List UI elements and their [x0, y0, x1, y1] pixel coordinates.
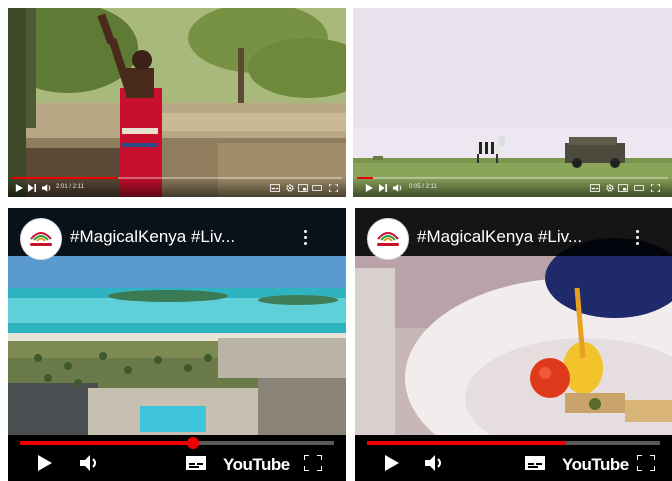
fullscreen-icon — [329, 184, 338, 192]
video-player-4[interactable]: #MagicalKenya #Liv... YouTube — [355, 208, 672, 481]
miniplayer-icon — [618, 184, 628, 192]
next-button[interactable] — [28, 184, 36, 192]
time-display: 0:05 / 2:11 — [409, 184, 437, 190]
progress-fill — [12, 177, 118, 179]
miniplayer-button[interactable] — [618, 184, 628, 192]
video-title[interactable]: #MagicalKenya #Liv... — [70, 227, 235, 247]
play-icon — [365, 184, 373, 192]
channel-avatar[interactable] — [367, 218, 409, 260]
progress-fill — [20, 441, 193, 445]
channel-avatar[interactable] — [20, 218, 62, 260]
video-player-1[interactable]: 2:01 / 2:11 — [8, 8, 346, 197]
play-icon — [15, 184, 23, 192]
play-button[interactable] — [385, 455, 399, 471]
gear-icon — [286, 184, 294, 192]
volume-icon — [80, 455, 96, 471]
subtitles-button[interactable] — [525, 455, 545, 471]
next-icon — [379, 184, 387, 192]
settings-button[interactable] — [286, 184, 294, 192]
progress-bar[interactable] — [20, 437, 334, 449]
fullscreen-button[interactable] — [637, 455, 655, 471]
magical-kenya-logo — [377, 232, 399, 246]
video-title[interactable]: #MagicalKenya #Liv... — [417, 227, 582, 247]
fullscreen-icon — [651, 184, 660, 192]
subtitles-button[interactable] — [186, 455, 206, 471]
gear-icon — [606, 184, 614, 192]
video-frame-safari — [353, 8, 672, 197]
progress-fill — [357, 177, 373, 179]
youtube-logo[interactable]: YouTube — [562, 455, 629, 475]
progress-bar[interactable] — [357, 177, 668, 179]
magical-kenya-logo — [30, 232, 52, 246]
volume-button[interactable] — [42, 184, 51, 192]
fullscreen-icon — [637, 455, 655, 471]
next-icon — [28, 184, 36, 192]
fullscreen-icon — [304, 455, 322, 471]
theater-button[interactable] — [312, 184, 322, 192]
subtitles-icon — [186, 456, 206, 470]
theater-icon — [312, 185, 322, 191]
progress-fill — [367, 441, 567, 445]
subtitles-button[interactable] — [590, 184, 600, 192]
play-button[interactable] — [365, 184, 373, 192]
subtitles-icon — [525, 456, 545, 470]
youtube-logo[interactable]: YouTube — [223, 455, 290, 475]
theater-icon — [634, 185, 644, 191]
play-icon — [38, 455, 52, 471]
scrubber-knob[interactable] — [186, 437, 199, 449]
volume-icon — [42, 184, 51, 192]
more-vert-icon[interactable] — [636, 230, 640, 248]
play-button[interactable] — [38, 455, 52, 471]
volume-icon — [425, 455, 441, 471]
video-frame-masai — [8, 8, 346, 197]
fullscreen-button[interactable] — [651, 184, 660, 192]
play-icon — [385, 455, 399, 471]
video-player-2[interactable]: 0:05 / 2:11 — [353, 8, 672, 197]
subtitles-icon — [590, 184, 600, 192]
play-button[interactable] — [15, 184, 23, 192]
settings-button[interactable] — [606, 184, 614, 192]
volume-button[interactable] — [80, 455, 100, 471]
video-player-3[interactable]: #MagicalKenya #Liv... YouTube — [8, 208, 346, 481]
theater-button[interactable] — [634, 184, 644, 192]
subtitles-icon — [270, 184, 280, 192]
progress-bar[interactable] — [12, 177, 342, 179]
volume-button[interactable] — [425, 455, 445, 471]
time-display: 2:01 / 2:11 — [56, 184, 84, 190]
progress-bar[interactable] — [367, 441, 660, 445]
subtitles-button[interactable] — [270, 184, 280, 192]
volume-button[interactable] — [393, 184, 402, 192]
fullscreen-button[interactable] — [304, 455, 322, 471]
next-button[interactable] — [379, 184, 387, 192]
more-vert-icon[interactable] — [304, 230, 308, 248]
miniplayer-button[interactable] — [298, 184, 308, 192]
fullscreen-button[interactable] — [329, 184, 338, 192]
miniplayer-icon — [298, 184, 308, 192]
volume-icon — [393, 184, 402, 192]
